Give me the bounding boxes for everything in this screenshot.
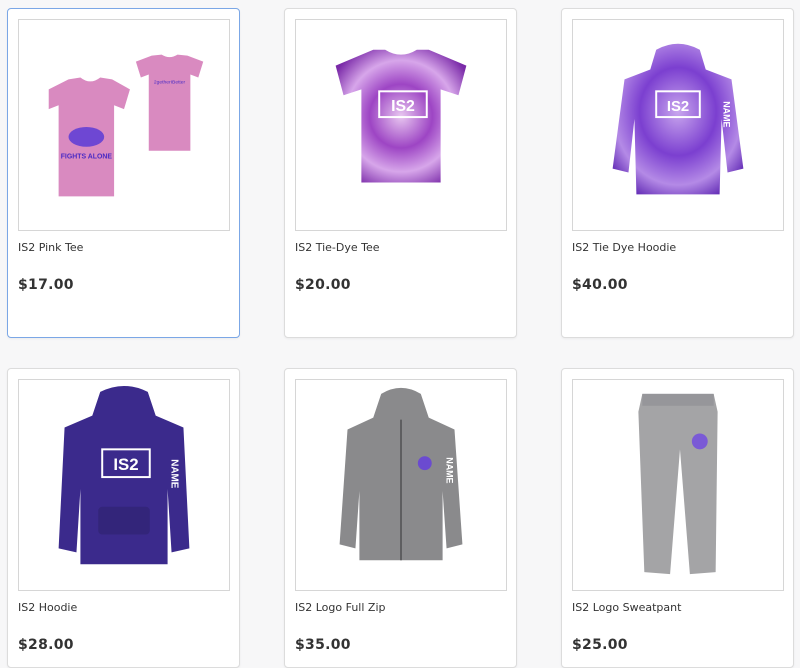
product-card-tie-dye-hoodie[interactable]: IS2 NAME IS2 Tie Dye Hoodie $40.00 [561, 8, 794, 338]
product-card-pink-tee[interactable]: FIGHTS ALONE 2getherIBetter IS2 Pink Tee… [7, 8, 240, 338]
product-price: $17.00 [18, 277, 74, 293]
product-name[interactable]: IS2 Pink Tee [18, 241, 83, 254]
back-print-text: 2getherIBetter [154, 79, 186, 85]
product-name[interactable]: IS2 Logo Full Zip [295, 601, 385, 614]
front-print-text: FIGHTS ALONE [61, 154, 113, 161]
product-card-logo-sweatpant[interactable]: IS2 Logo Sweatpant $25.00 [561, 368, 794, 668]
product-name[interactable]: IS2 Tie Dye Hoodie [572, 241, 676, 254]
gray-zip-hoodie-icon: NAME [339, 387, 463, 561]
product-card-tie-dye-tee[interactable]: IS2 IS2 Tie-Dye Tee $20.00 [284, 8, 517, 338]
sleeve-text: NAME [445, 457, 455, 483]
sleeve-text: NAME [722, 101, 732, 127]
product-price: $40.00 [572, 277, 628, 293]
logo-text: IS2 [113, 455, 138, 474]
product-name[interactable]: IS2 Logo Sweatpant [572, 601, 681, 614]
product-image[interactable]: IS2 NAME [18, 379, 230, 591]
gray-sweatpant-icon [638, 393, 718, 575]
product-price: $20.00 [295, 277, 351, 293]
product-name[interactable]: IS2 Hoodie [18, 601, 77, 614]
product-image[interactable]: IS2 [295, 19, 507, 231]
sleeve-text: NAME [169, 459, 180, 489]
product-price: $25.00 [572, 637, 628, 653]
product-price: $28.00 [18, 637, 74, 653]
product-image[interactable]: FIGHTS ALONE 2getherIBetter [18, 19, 230, 231]
logo-text: IS2 [667, 99, 689, 115]
purple-hoodie-icon: IS2 NAME [58, 385, 190, 565]
pink-tee-icon: FIGHTS ALONE 2getherIBetter [48, 54, 204, 197]
tie-dye-hoodie-icon: IS2 NAME [612, 43, 744, 195]
tie-dye-tee-icon: IS2 [335, 49, 467, 183]
product-card-hoodie[interactable]: IS2 NAME IS2 Hoodie $28.00 [7, 368, 240, 668]
product-card-logo-full-zip[interactable]: NAME IS2 Logo Full Zip $35.00 [284, 368, 517, 668]
product-image[interactable] [572, 379, 784, 591]
product-image[interactable]: NAME [295, 379, 507, 591]
logo-text: IS2 [391, 98, 415, 115]
product-image[interactable]: IS2 NAME [572, 19, 784, 231]
product-price: $35.00 [295, 637, 351, 653]
product-name[interactable]: IS2 Tie-Dye Tee [295, 241, 380, 254]
